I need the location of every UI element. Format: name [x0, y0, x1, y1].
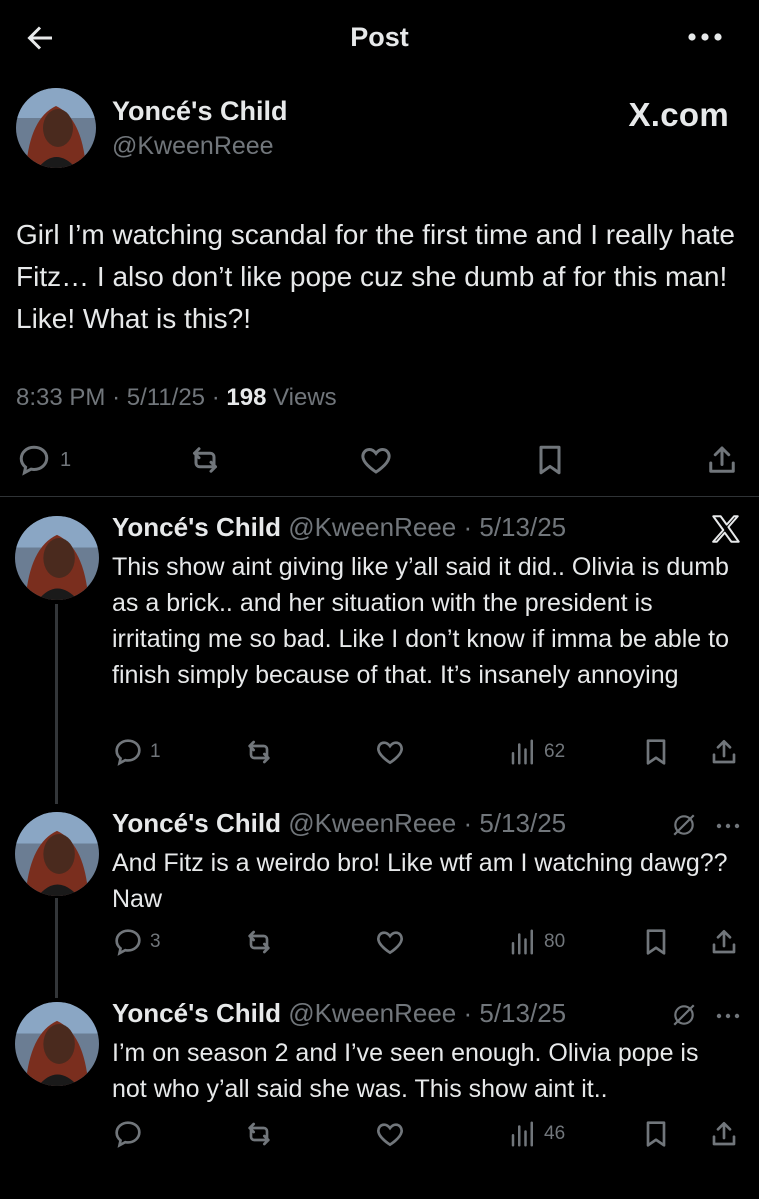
author-name[interactable]: Yoncé's Child: [112, 998, 281, 1028]
post-text: Girl I’m watching scandal for the first …: [16, 219, 735, 334]
views-count: 198: [226, 384, 267, 411]
reply-button[interactable]: [112, 1118, 150, 1150]
reply-count: 1: [60, 448, 72, 471]
grok-icon[interactable]: [671, 1002, 697, 1028]
views-count: 46: [544, 1123, 566, 1144]
views-button[interactable]: 46: [508, 1118, 565, 1150]
reply-count: 3: [150, 931, 161, 952]
author-handle[interactable]: @KweenReee: [288, 998, 456, 1028]
reply-icon: [115, 929, 141, 956]
share-button[interactable]: [708, 1118, 740, 1150]
views-count: 80: [544, 931, 566, 952]
grok-icon[interactable]: [671, 812, 697, 838]
repost-button[interactable]: [242, 1118, 276, 1150]
avatar[interactable]: [16, 88, 96, 168]
like-button[interactable]: [358, 442, 394, 478]
more-horizontal-icon[interactable]: [715, 816, 741, 836]
reply-count: 1: [150, 741, 161, 762]
repost-icon: [248, 930, 270, 954]
views-count: 62: [544, 741, 566, 762]
post-date: · 5/13/25: [463, 998, 567, 1028]
like-button[interactable]: [374, 736, 406, 768]
views-chart-icon: [511, 929, 533, 955]
share-icon: [712, 740, 736, 764]
repost-icon: [193, 447, 217, 473]
share-button[interactable]: [708, 736, 740, 768]
repost-button[interactable]: [242, 736, 276, 768]
share-icon: [709, 446, 735, 473]
reply-header: Yoncé's Child @KweenReee · 5/13/25: [112, 512, 566, 543]
bookmark-icon: [646, 739, 666, 765]
repost-icon: [248, 740, 270, 764]
author-name[interactable]: Yoncé's Child: [112, 808, 281, 838]
meta-separator: ·: [112, 384, 121, 411]
heart-icon: [361, 447, 391, 474]
reply-button[interactable]: 1: [112, 736, 161, 768]
like-button[interactable]: [374, 926, 406, 958]
like-button[interactable]: [374, 1118, 406, 1150]
post-date: 5/11/25: [126, 384, 206, 411]
reply-header: Yoncé's Child @KweenReee · 5/13/25: [112, 998, 566, 1029]
reply-actions: 1 62: [0, 736, 759, 776]
share-icon: [712, 930, 736, 954]
reply-button[interactable]: 1: [16, 442, 71, 478]
repost-button[interactable]: [186, 442, 224, 478]
reply-header: Yoncé's Child @KweenReee · 5/13/25: [112, 808, 566, 839]
divider: [0, 496, 759, 497]
views-button[interactable]: 62: [508, 736, 565, 768]
reply-icon: [19, 445, 49, 476]
views-chart-icon: [511, 1121, 533, 1147]
page-title: Post: [350, 22, 409, 52]
reply-actions: 3 80: [0, 926, 759, 966]
repost-button[interactable]: [242, 926, 276, 958]
author-handle[interactable]: @KweenReee: [288, 512, 456, 542]
bookmark-icon: [646, 929, 666, 955]
avatar[interactable]: [15, 812, 99, 896]
author-handle[interactable]: @KweenReee: [112, 132, 274, 161]
reply-text: And Fitz is a weirdo bro! Like wtf am I …: [112, 849, 728, 913]
reply-button[interactable]: 3: [112, 926, 161, 958]
post-time: 8:33 PM: [16, 384, 106, 411]
avatar[interactable]: [15, 516, 99, 600]
views-chart-icon: [511, 739, 533, 765]
reply-text: This show aint giving like y’all said it…: [112, 553, 729, 689]
bookmark-icon: [539, 445, 561, 475]
reply-actions: 46: [0, 1118, 759, 1158]
more-horizontal-icon[interactable]: [685, 22, 725, 52]
views-button[interactable]: 80: [508, 926, 565, 958]
bookmark-icon: [646, 1121, 666, 1147]
more-horizontal-icon[interactable]: [715, 1006, 741, 1026]
reply-icon: [115, 1121, 141, 1148]
post-date: · 5/13/25: [463, 512, 567, 542]
bookmark-button[interactable]: [532, 442, 568, 478]
source-badge: X.com: [628, 96, 729, 133]
repost-icon: [248, 1122, 270, 1146]
share-icon: [712, 1122, 736, 1146]
author-name[interactable]: Yoncé's Child: [112, 512, 281, 542]
post-actions: 1: [0, 438, 759, 482]
bookmark-button[interactable]: [640, 736, 672, 768]
reply-text: I’m on season 2 and I’ve seen enough. Ol…: [112, 1039, 699, 1103]
share-button[interactable]: [708, 926, 740, 958]
bookmark-button[interactable]: [640, 1118, 672, 1150]
heart-icon: [377, 741, 403, 765]
bookmark-button[interactable]: [640, 926, 672, 958]
x-logo-icon: [709, 512, 743, 546]
post-meta: 8:33 PM · 5/11/25 · 198 Views: [16, 384, 337, 412]
heart-icon: [377, 1123, 403, 1147]
heart-icon: [377, 931, 403, 955]
meta-separator: ·: [211, 384, 220, 411]
author-name[interactable]: Yoncé's Child: [112, 96, 287, 127]
views-label: Views: [273, 384, 337, 411]
post-date: · 5/13/25: [463, 808, 567, 838]
share-button[interactable]: [704, 442, 740, 478]
reply-icon: [115, 739, 141, 766]
avatar[interactable]: [15, 1002, 99, 1086]
author-handle[interactable]: @KweenReee: [288, 808, 456, 838]
top-bar: Post: [0, 0, 759, 78]
